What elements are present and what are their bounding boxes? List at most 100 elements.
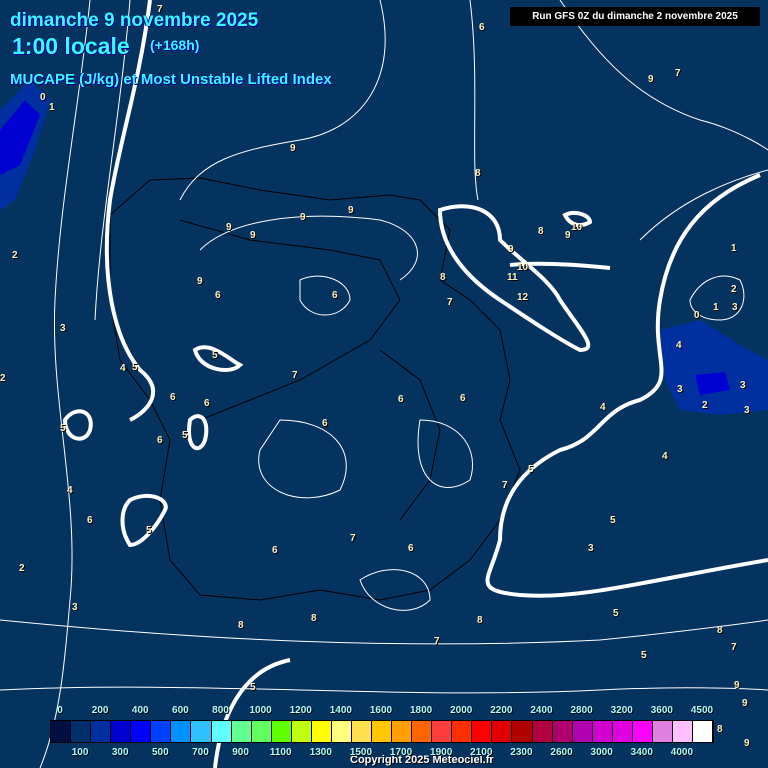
contour-label: 7 <box>350 533 356 544</box>
legend-label-top: 600 <box>172 705 189 716</box>
legend-label-bottom: 3400 <box>630 747 653 758</box>
contour-label: 5 <box>528 464 534 475</box>
forecast-lead: (+168h) <box>150 37 200 53</box>
legend-swatch <box>291 721 312 742</box>
legend-label-top: 3200 <box>610 705 633 716</box>
contour-label: 5 <box>212 350 218 361</box>
contour-label: 5 <box>182 430 188 441</box>
legend-swatch <box>612 721 633 742</box>
legend-label-bottom: 1700 <box>389 747 413 758</box>
contour-lines <box>0 0 768 768</box>
legend-label-top: 2000 <box>450 705 473 716</box>
legend-swatch <box>693 721 714 742</box>
contour-label: 8 <box>475 168 481 179</box>
legend-swatch <box>572 721 593 742</box>
contour-label: 7 <box>502 480 508 491</box>
legend-swatch <box>351 721 372 742</box>
legend-swatch <box>131 721 152 742</box>
legend-label-bottom: 900 <box>232 747 249 758</box>
legend-label-top: 2400 <box>530 705 553 716</box>
legend-label-top: 1800 <box>409 705 433 716</box>
parameter-title: MUCAPE (J/kg) et Most Unstable Lifted In… <box>10 71 332 88</box>
forecast-date: dimanche 9 novembre 2025 <box>10 10 259 31</box>
contour-label: 5 <box>610 515 616 526</box>
legend-label-bottom: 100 <box>71 747 89 758</box>
legend-label-top: 4500 <box>690 705 714 716</box>
legend-label-bottom: 4000 <box>670 747 694 758</box>
legend-swatch <box>592 721 613 742</box>
contour-label: 3 <box>744 405 750 416</box>
contour-label: 9 <box>734 680 740 691</box>
contour-label: 8 <box>717 724 723 735</box>
legend-swatch <box>171 721 192 742</box>
contour-label: 5 <box>250 682 256 693</box>
contour-label: 11 <box>507 272 518 283</box>
contour-label: 3 <box>588 543 594 554</box>
contour-label: 4 <box>600 402 606 413</box>
contour-label: 5 <box>641 650 647 661</box>
legend-label-top: 200 <box>91 705 109 716</box>
legend-label-top: 1000 <box>249 705 272 716</box>
legend-swatch <box>211 721 232 742</box>
legend-swatch <box>552 721 573 742</box>
contour-label: 8 <box>311 613 317 624</box>
contour-label: 10 <box>517 262 529 273</box>
contour-label: 6 <box>322 418 328 429</box>
thick-contours <box>62 0 768 768</box>
cape-shading-east <box>660 320 768 415</box>
legend-swatch <box>51 721 72 742</box>
contour-label: 8 <box>440 272 446 283</box>
contour-label: 9 <box>648 74 654 85</box>
legend-swatch <box>331 721 352 742</box>
contour-label: 6 <box>272 545 278 556</box>
legend-label-bottom: 500 <box>151 747 169 758</box>
contour-label: 4 <box>67 485 73 496</box>
contour-label: 1 <box>49 102 55 113</box>
contour-label: 1 <box>713 302 719 313</box>
legend-label-top: 2800 <box>570 705 593 716</box>
contour-label: 7 <box>292 370 298 381</box>
legend-swatch <box>672 721 693 742</box>
contour-label: 5 <box>132 362 138 373</box>
contour-label: 12 <box>517 292 529 303</box>
contour-label: 4 <box>662 451 668 462</box>
contour-label: 3 <box>60 323 66 334</box>
coastlines <box>109 177 521 601</box>
color-bar <box>50 720 714 743</box>
legend-label-top: 3600 <box>650 705 673 716</box>
contour-label: 8 <box>238 620 244 631</box>
contour-label: 3 <box>677 384 683 395</box>
legend-label-bottom: 2300 <box>510 747 533 758</box>
legend-swatch <box>231 721 252 742</box>
contour-label: 7 <box>434 636 440 647</box>
legend-swatch <box>392 721 413 742</box>
legend-swatch <box>91 721 112 742</box>
legend-label-bottom: 1500 <box>349 747 373 758</box>
legend-swatch <box>512 721 533 742</box>
contour-label: 9 <box>508 244 514 255</box>
contour-label: 5 <box>613 608 619 619</box>
contour-label: 2 <box>702 400 708 411</box>
contour-label: 5 <box>60 423 66 434</box>
contour-label: 3 <box>72 602 78 613</box>
contour-label: 0 <box>40 92 46 103</box>
legend-swatch <box>412 721 433 742</box>
map-background <box>0 0 768 768</box>
legend-swatch <box>432 721 453 742</box>
contour-label: 9 <box>348 205 354 216</box>
contour-label: 2 <box>731 284 737 295</box>
contour-label: 2 <box>12 250 18 261</box>
contour-label: 6 <box>170 392 176 403</box>
contour-label: 6 <box>479 22 485 33</box>
forecast-time: 1:00 locale <box>12 33 130 59</box>
legend-label-bottom: 2100 <box>470 747 493 758</box>
contour-label: 3 <box>732 302 738 313</box>
legend-label-bottom: 1300 <box>309 747 332 758</box>
contour-label: 9 <box>742 698 748 709</box>
legend-label-bottom: 1100 <box>269 747 292 758</box>
legend-swatch <box>251 721 272 742</box>
legend-label-top: 0 <box>57 705 63 716</box>
legend-swatch <box>652 721 673 742</box>
contour-label: 4 <box>676 340 682 351</box>
legend-swatch <box>452 721 473 742</box>
